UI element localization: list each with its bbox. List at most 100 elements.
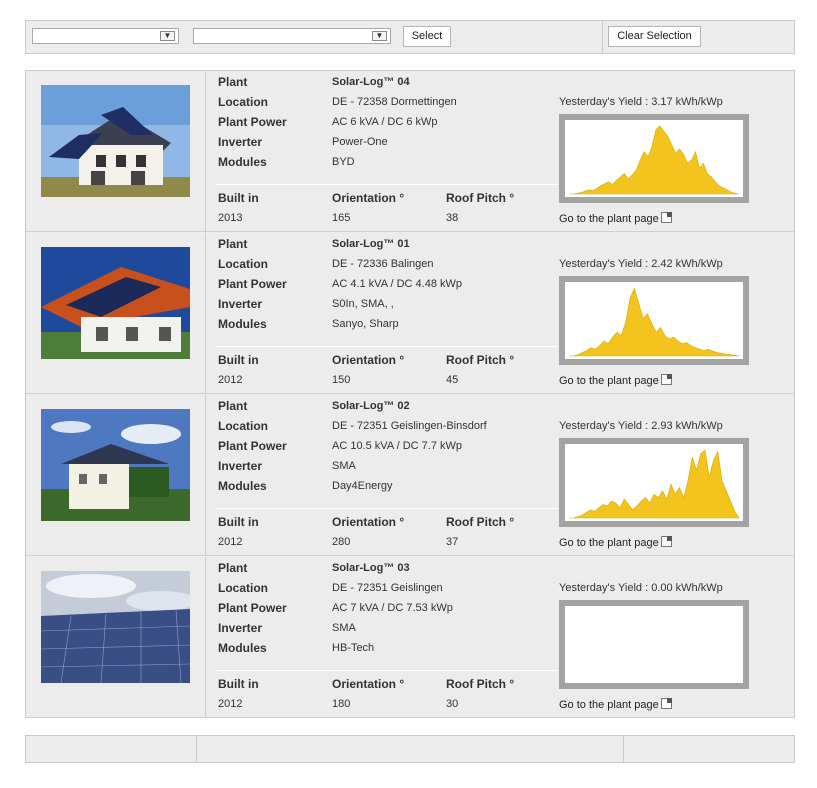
location-label: Location — [218, 581, 268, 595]
yield-chart[interactable] — [559, 600, 749, 689]
plant-inverter: S0In, SMA, , — [332, 298, 394, 310]
plant-name: Solar-Log™ 04 — [332, 76, 410, 88]
details-divider — [216, 508, 558, 509]
yield-chart[interactable] — [559, 114, 749, 203]
roof-pitch-value: 30 — [446, 698, 459, 710]
roof-pitch-value: 45 — [446, 374, 459, 386]
orientation-label: Orientation ° — [332, 677, 405, 691]
yesterday-yield: Yesterday's Yield : 2.42 kWh/kWp — [559, 258, 723, 270]
location-label: Location — [218, 257, 268, 271]
goto-plant-link[interactable]: Go to the plant page — [559, 697, 672, 711]
chart-canvas — [565, 282, 743, 359]
external-link-icon — [660, 212, 672, 223]
external-link-icon — [660, 698, 672, 709]
yield-area — [569, 287, 740, 357]
footer-divider — [623, 736, 624, 762]
location-label: Location — [218, 419, 268, 433]
plant-power: AC 6 kVA / DC 6 kWp — [332, 116, 438, 128]
plant-power: AC 4.1 kVA / DC 4.48 kWp — [332, 278, 463, 290]
chevron-down-icon[interactable]: ▼ — [160, 31, 175, 41]
plant-photo — [41, 571, 190, 683]
modules-label: Modules — [218, 155, 267, 169]
filter-select-2[interactable]: ▼ — [193, 28, 391, 44]
orientation-value: 280 — [332, 536, 351, 548]
orientation-value: 150 — [332, 374, 351, 386]
plant-location: DE - 72351 Geislingen — [332, 582, 443, 594]
roof-pitch-label: Roof Pitch ° — [446, 191, 515, 205]
plant-label: Plant — [218, 399, 248, 413]
plant-photo — [41, 409, 190, 521]
details-divider — [216, 670, 558, 671]
details-divider — [216, 184, 558, 185]
plant-row: Plant Solar-Log™ 02 Location DE - 72351 Gei… — [26, 395, 794, 556]
plant-location: DE - 72336 Balingen — [332, 258, 434, 270]
built-in-value: 2013 — [218, 212, 243, 224]
chart-canvas — [565, 606, 743, 683]
yield-area — [569, 125, 740, 195]
plant-photo — [41, 85, 190, 197]
built-in-value: 2012 — [218, 536, 243, 548]
goto-plant-label: Go to the plant page — [559, 699, 659, 711]
roof-pitch-label: Roof Pitch ° — [446, 353, 515, 367]
column-divider — [205, 71, 206, 232]
goto-plant-label: Go to the plant page — [559, 213, 659, 225]
plant-name: Solar-Log™ 03 — [332, 562, 410, 574]
chevron-down-icon[interactable]: ▼ — [372, 31, 387, 41]
roof-pitch-value: 37 — [446, 536, 459, 548]
plant-power-label: Plant Power — [218, 601, 287, 615]
plant-modules: Day4Energy — [332, 480, 393, 492]
filter-select-1[interactable]: ▼ — [32, 28, 179, 44]
filter-bar: ▼ ▼ Select Clear Selection — [25, 20, 795, 54]
goto-plant-link[interactable]: Go to the plant page — [559, 535, 672, 549]
plant-power-label: Plant Power — [218, 439, 287, 453]
plant-power-label: Plant Power — [218, 115, 287, 129]
orientation-value: 180 — [332, 698, 351, 710]
modules-label: Modules — [218, 317, 267, 331]
yield-chart[interactable] — [559, 438, 749, 527]
external-link-icon — [660, 374, 672, 385]
inverter-label: Inverter — [218, 297, 263, 311]
orientation-label: Orientation ° — [332, 191, 405, 205]
house-photo — [41, 85, 190, 197]
pagination-bar — [25, 735, 795, 763]
row-divider — [26, 393, 794, 394]
built-in-value: 2012 — [218, 698, 243, 710]
yield-area — [569, 449, 740, 519]
plant-modules: BYD — [332, 156, 355, 168]
yield-chart[interactable] — [559, 276, 749, 365]
select-button[interactable]: Select — [403, 26, 451, 47]
clear-selection-button[interactable]: Clear Selection — [608, 26, 701, 47]
plant-inverter: SMA — [332, 460, 356, 472]
column-divider — [205, 557, 206, 718]
row-divider — [26, 231, 794, 232]
plant-power-label: Plant Power — [218, 277, 287, 291]
goto-plant-link[interactable]: Go to the plant page — [559, 373, 672, 387]
toolbar-divider — [602, 21, 603, 53]
plant-power: AC 10.5 kVA / DC 7.7 kWp — [332, 440, 463, 452]
goto-plant-label: Go to the plant page — [559, 537, 659, 549]
column-divider — [205, 233, 206, 394]
plant-modules: HB-Tech — [332, 642, 375, 654]
built-in-label: Built in — [218, 677, 259, 691]
built-in-label: Built in — [218, 191, 259, 205]
goto-plant-label: Go to the plant page — [559, 375, 659, 387]
footer-divider — [196, 736, 197, 762]
yield-area-chart — [569, 287, 740, 357]
plant-name: Solar-Log™ 01 — [332, 238, 410, 250]
chart-canvas — [565, 444, 743, 521]
house-photo — [41, 409, 190, 521]
inverter-label: Inverter — [218, 621, 263, 635]
plant-inverter: SMA — [332, 622, 356, 634]
goto-plant-link[interactable]: Go to the plant page — [559, 211, 672, 225]
plant-inverter: Power-One — [332, 136, 388, 148]
plant-label: Plant — [218, 237, 248, 251]
external-link-icon — [660, 536, 672, 547]
row-divider — [26, 555, 794, 556]
plant-row: Plant Solar-Log™ 04 Location DE - 72358 Dor… — [26, 71, 794, 232]
built-in-label: Built in — [218, 353, 259, 367]
orientation-label: Orientation ° — [332, 515, 405, 529]
built-in-label: Built in — [218, 515, 259, 529]
details-divider — [216, 346, 558, 347]
plant-row: Plant Solar-Log™ 03 Location DE - 72351 Gei… — [26, 557, 794, 718]
plant-power: AC 7 kVA / DC 7.53 kWp — [332, 602, 453, 614]
